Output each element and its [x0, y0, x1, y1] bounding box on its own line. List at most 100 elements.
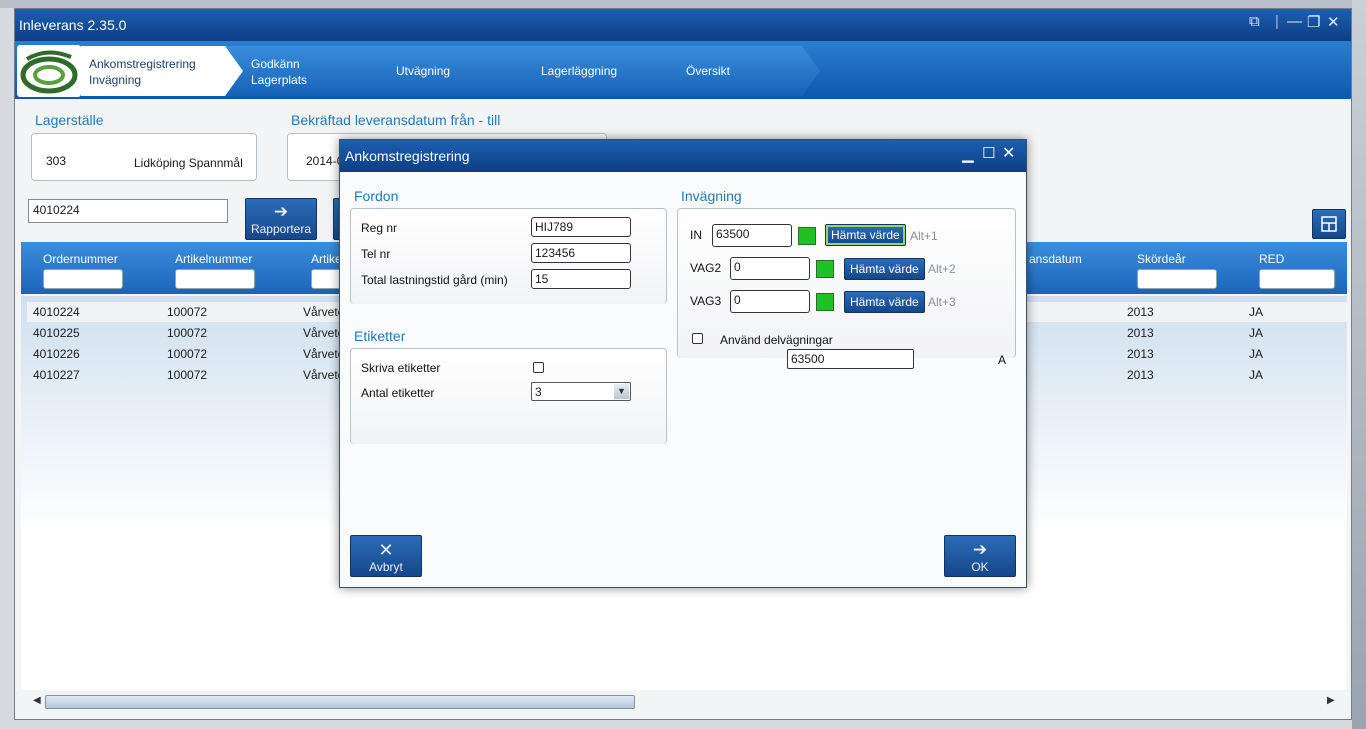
lagerstalle-label: Lagerställe	[35, 112, 104, 128]
step-oversikt[interactable]: Översikt	[660, 46, 820, 96]
scroll-right-icon[interactable]: ▶	[1327, 695, 1335, 706]
filter-skordear[interactable]	[1137, 269, 1217, 289]
rapportera-button[interactable]: ➔ Rapportera	[245, 198, 317, 240]
col-artikel[interactable]: Artike	[311, 252, 342, 266]
antal-value: 3	[535, 385, 542, 399]
vag3-input[interactable]: 0	[730, 290, 810, 313]
close-icon[interactable]: ✕	[1002, 143, 1015, 163]
time-input[interactable]: 15	[531, 269, 631, 289]
cell-order: 4010227	[33, 368, 80, 382]
filter-ordernummer[interactable]	[43, 269, 123, 289]
filter-red[interactable]	[1259, 269, 1335, 289]
total-weight-input[interactable]: 63500	[787, 349, 914, 369]
col-artikelnummer[interactable]: Artikelnummer	[175, 252, 252, 266]
filter-artikelnummer[interactable]	[175, 269, 255, 289]
col-ordernummer[interactable]: Ordernummer	[43, 252, 118, 266]
arrow-right-icon: ➔	[972, 540, 988, 559]
window-layout-icon	[1321, 216, 1337, 232]
step-godkann[interactable]: Godkänn Lagerplats	[225, 46, 395, 96]
search-input[interactable]: 4010224	[28, 199, 228, 223]
col-red[interactable]: RED	[1259, 252, 1284, 266]
cell-red: JA	[1249, 305, 1264, 319]
minimize-icon[interactable]: ▁	[962, 145, 974, 163]
scrollbar-thumb[interactable]	[45, 695, 635, 709]
dialog-title-bar: Ankomstregistrering ▁ ☐ ✕	[340, 140, 1026, 172]
fordon-panel: Reg nr HIJ789 Tel nr 123456 Total lastni…	[350, 208, 667, 304]
reg-label: Reg nr	[361, 221, 398, 235]
vag2-shortcut: Alt+2	[928, 262, 956, 276]
step-label: Godkänn	[251, 57, 300, 71]
workflow-ribbon: Ankomstregistrering Invägning Godkänn La…	[15, 41, 1351, 99]
vag2-input[interactable]: 0	[730, 257, 810, 280]
cell-artikel: 100072	[167, 347, 208, 361]
step-label: Översikt	[686, 64, 731, 78]
cell-order: 4010226	[33, 347, 80, 361]
chevron-down-icon[interactable]: ▼	[614, 384, 629, 399]
col-leveransdatum[interactable]: ansdatum	[1029, 252, 1082, 266]
lagerstalle-code: 303	[46, 154, 67, 168]
separator: |	[1275, 13, 1279, 30]
step-label: Lagerläggning	[541, 64, 618, 78]
step-utvagning[interactable]: Utvägning	[370, 46, 540, 96]
cell-red: JA	[1249, 347, 1264, 361]
logo-icon	[20, 50, 78, 94]
antal-label: Antal etiketter	[361, 386, 435, 400]
cell-year: 2013	[1127, 368, 1154, 382]
avbryt-button[interactable]: ✕ Avbryt	[350, 535, 422, 577]
in-shortcut: Alt+1	[910, 229, 938, 243]
step-sublabel: Lagerplats	[251, 73, 308, 87]
cell-red: JA	[1249, 368, 1264, 382]
col-skordear[interactable]: Skördeår	[1137, 252, 1186, 266]
tel-label: Tel nr	[361, 247, 391, 261]
date-value: 2014-0	[306, 154, 344, 168]
rapportera-label: Rapportera	[250, 222, 312, 236]
popout-icon[interactable]: ⧉	[1249, 13, 1260, 30]
ankomst-dialog: Ankomstregistrering ▁ ☐ ✕ Fordon Reg nr …	[339, 139, 1027, 588]
avbryt-label: Avbryt	[369, 560, 403, 574]
horizontal-scrollbar[interactable]: ◀ ▶	[21, 693, 1347, 711]
ok-label: OK	[971, 560, 989, 574]
etiketter-title: Etiketter	[354, 328, 406, 344]
date-label: Bekräftad leveransdatum från - till	[291, 112, 501, 128]
cell-red: JA	[1249, 326, 1264, 340]
maximize-icon[interactable]: ☐	[982, 144, 995, 162]
lagerstalle-box[interactable]: 303 Lidköping Spannmål	[31, 133, 257, 181]
skriva-label: Skriva etiketter	[361, 361, 441, 375]
cell-artikel: 100072	[167, 368, 208, 382]
etiketter-panel: Skriva etiketter Antal etiketter 3 ▼	[350, 348, 667, 444]
cell-artikel: 100072	[167, 305, 208, 319]
scroll-left-icon[interactable]: ◀	[33, 695, 41, 706]
invagning-title: Invägning	[681, 188, 742, 204]
tel-input[interactable]: 123456	[531, 243, 631, 263]
title-bar: Inleverans 2.35.0 ⧉ | — ❐ ✕	[15, 9, 1351, 41]
cell-order: 4010225	[33, 326, 80, 340]
in-status-indicator	[798, 227, 816, 245]
delvag-checkbox[interactable]	[692, 333, 703, 344]
restore-icon[interactable]: ❐	[1307, 13, 1320, 31]
step-label: Utvägning	[396, 64, 451, 78]
time-label: Total lastningstid gård (min)	[361, 273, 508, 287]
invagning-panel: IN 63500 Hämta värde Alt+1 VAG2 0 Hämta …	[677, 208, 1016, 358]
lagerstalle-name: Lidköping Spannmål	[134, 156, 243, 170]
cell-artikel: 100072	[167, 326, 208, 340]
desktop-edge	[1352, 0, 1366, 729]
cell-year: 2013	[1127, 326, 1154, 340]
hamta-in-button[interactable]: Hämta värde	[825, 224, 906, 246]
ok-button[interactable]: ➔ OK	[944, 535, 1016, 577]
vag2-status-indicator	[816, 260, 834, 278]
minimize-icon[interactable]: —	[1287, 13, 1302, 30]
hamta-vag3-button[interactable]: Hämta värde	[844, 291, 925, 313]
layout-button[interactable]	[1312, 209, 1346, 239]
close-icon[interactable]: ✕	[1327, 13, 1340, 31]
vag3-status-indicator	[816, 293, 834, 311]
window-title: Inleverans 2.35.0	[19, 17, 127, 33]
close-icon: ✕	[378, 540, 394, 560]
antal-select[interactable]: 3 ▼	[531, 382, 631, 401]
reg-input[interactable]: HIJ789	[531, 217, 631, 237]
logo	[17, 45, 81, 97]
hamta-vag2-button[interactable]: Hämta värde	[844, 258, 925, 280]
vag2-label: VAG2	[690, 261, 722, 275]
skriva-checkbox[interactable]	[533, 362, 544, 373]
in-input[interactable]: 63500	[712, 224, 792, 247]
step-lagerlaggning[interactable]: Lagerläggning	[515, 46, 685, 96]
